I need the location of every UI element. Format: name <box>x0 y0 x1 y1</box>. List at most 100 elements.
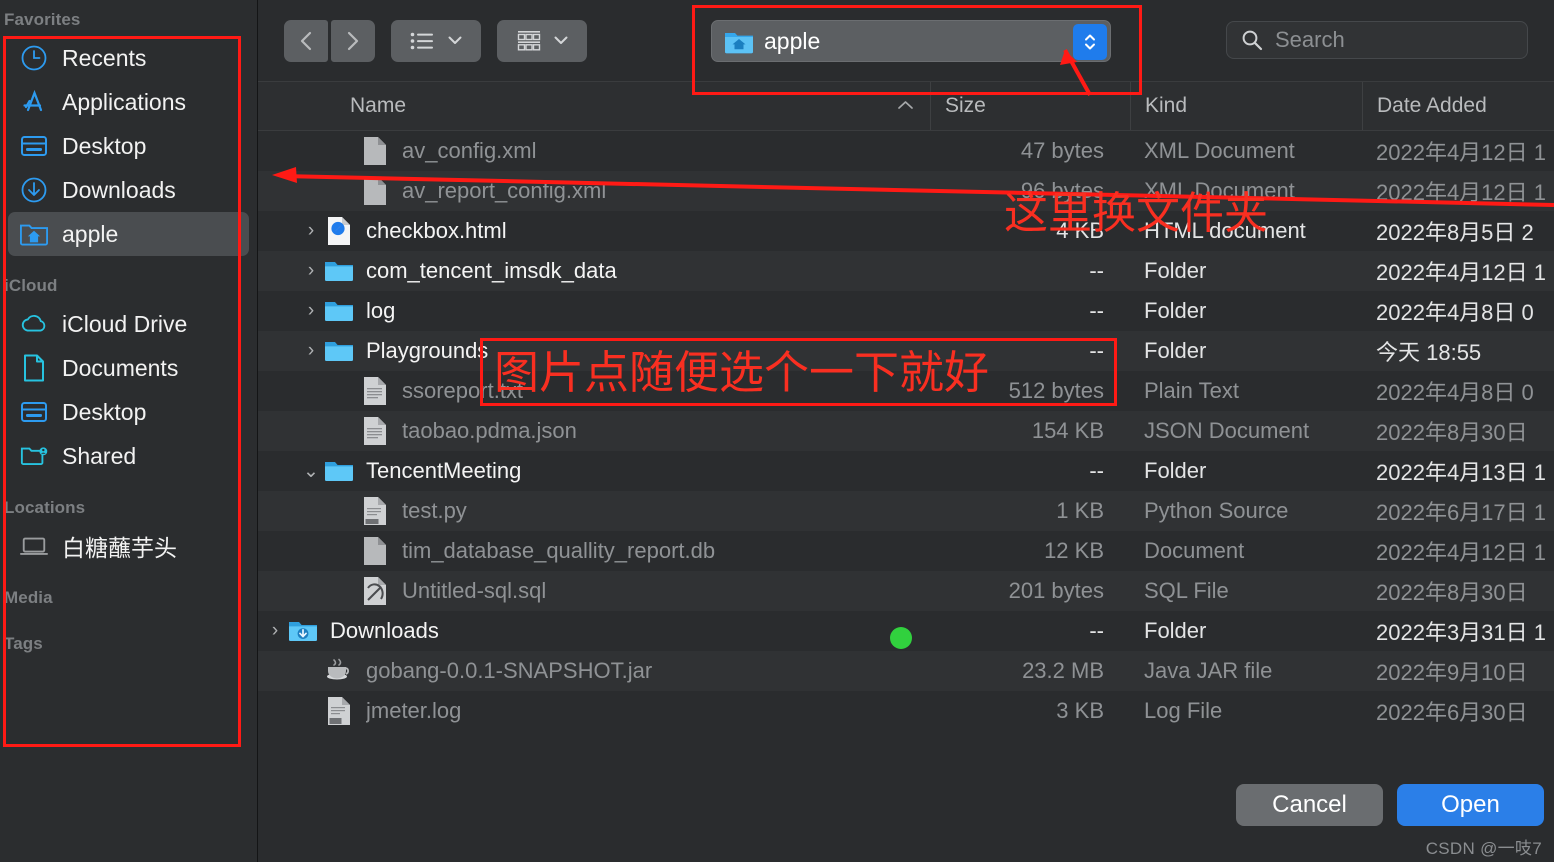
sidebar-item-desktop[interactable]: Desktop <box>8 390 249 434</box>
shared-folder-icon <box>20 447 48 465</box>
file-name-label: log <box>366 298 396 323</box>
file-sql-icon <box>360 576 390 606</box>
list-view-button[interactable] <box>391 19 481 62</box>
open-button[interactable]: Open <box>1397 784 1544 826</box>
table-row[interactable]: › taobao.pdma.json 154 KB JSON Document 2022… <box>258 411 1554 451</box>
file-date-cell: 2022年6月30日 <box>1362 695 1554 727</box>
document-icon <box>24 354 44 382</box>
table-row[interactable]: › tim_database_quallity_report.db 12 KB Doc… <box>258 531 1554 571</box>
file-size-cell: -- <box>930 258 1130 284</box>
sidebar-item-downloads[interactable]: Downloads <box>8 168 249 212</box>
column-header-kind[interactable]: Kind <box>1130 82 1362 130</box>
sidebar-item-label: Applications <box>62 88 187 115</box>
path-popup-stepper[interactable] <box>1073 24 1107 60</box>
back-button[interactable] <box>284 19 328 62</box>
table-row[interactable]: › Untitled-sql.sql 201 bytes SQL File 2022年8… <box>258 571 1554 611</box>
file-list[interactable]: › av_config.xml 47 bytes XML Document 2022年4… <box>258 131 1554 762</box>
table-row[interactable]: › gobang-0.0.1-SNAPSHOT.jar 23.2 MB Java JA… <box>258 651 1554 691</box>
table-row[interactable]: › test.py 1 KB Python Source 2022年6月17日 1 <box>258 491 1554 531</box>
file-generic-icon <box>360 136 390 166</box>
file-date-label: 2022年4月12日 1 <box>1376 260 1546 285</box>
status-dot-icon <box>890 627 912 649</box>
file-name-cell: › log <box>258 296 930 326</box>
disclosure-triangle-icon[interactable]: › <box>298 260 324 282</box>
table-row[interactable]: › av_report_config.xml 96 bytes XML Documen… <box>258 171 1554 211</box>
file-size-label: -- <box>1089 338 1104 363</box>
path-popup-label: apple <box>764 27 821 54</box>
download-icon <box>20 176 48 204</box>
sidebar-item-label: Shared <box>62 442 137 469</box>
table-row[interactable]: › av_config.xml 47 bytes XML Document 2022年4… <box>258 131 1554 171</box>
file-text-icon <box>360 416 390 446</box>
desktop-icon <box>21 136 47 156</box>
folder-icon <box>324 456 354 486</box>
sidebar-item-recents[interactable]: Recents <box>8 36 249 80</box>
file-kind-label: JSON Document <box>1144 418 1310 443</box>
group-view-button[interactable] <box>497 19 587 62</box>
file-date-cell: 2022年8月5日 2 <box>1362 215 1554 247</box>
forward-button[interactable] <box>331 19 375 62</box>
sidebar-item-desktop[interactable]: Desktop <box>8 124 249 168</box>
file-size-label: -- <box>1089 298 1104 323</box>
file-date-cell: 今天 18:55 <box>1362 335 1554 367</box>
file-python-icon <box>360 496 390 526</box>
disclosure-triangle-icon: › <box>334 420 360 442</box>
file-name-cell: › Untitled-sql.sql <box>258 576 930 606</box>
sidebar-item-icloud-drive[interactable]: iCloud Drive <box>8 302 249 346</box>
desktop-icon <box>20 398 48 426</box>
table-row[interactable]: › log -- Folder 2022年4月8日 0 <box>258 291 1554 331</box>
file-kind-cell: HTML document <box>1130 218 1362 244</box>
file-name-cell: › checkbox.html <box>258 216 930 246</box>
file-date-cell: 2022年4月12日 1 <box>1362 175 1554 207</box>
file-date-label: 2022年3月31日 1 <box>1376 620 1546 645</box>
cloud-icon <box>20 310 48 338</box>
file-size-label: 96 bytes <box>1020 178 1104 203</box>
cancel-button[interactable]: Cancel <box>1236 784 1383 826</box>
file-size-label: 3 KB <box>1056 698 1104 723</box>
file-text-icon <box>364 417 386 445</box>
toolbar: apple Search <box>258 0 1554 95</box>
downloads-folder-icon <box>289 622 317 641</box>
sidebar-item-documents[interactable]: Documents <box>8 346 249 390</box>
table-row[interactable]: › Downloads -- Folder 2022年3月31日 1 <box>258 611 1554 651</box>
disclosure-triangle-icon[interactable]: › <box>262 620 288 642</box>
search-field[interactable]: Search <box>1226 21 1528 59</box>
table-row[interactable]: › Playgrounds -- Folder 今天 18:55 <box>258 331 1554 371</box>
disclosure-triangle-icon[interactable]: ⌄ <box>298 460 324 483</box>
disclosure-triangle-icon[interactable]: › <box>298 340 324 362</box>
file-size-label: 154 KB <box>1031 418 1104 443</box>
sidebar-item-shared[interactable]: Shared <box>8 434 249 478</box>
cancel-button-label: Cancel <box>1272 791 1347 818</box>
column-header-date-added[interactable]: Date Added <box>1362 82 1554 130</box>
file-text-icon <box>364 377 386 405</box>
path-popup-button[interactable]: apple <box>711 20 1111 62</box>
chevron-up-icon <box>897 97 914 115</box>
file-date-cell: 2022年3月31日 1 <box>1362 615 1554 647</box>
sidebar-item-applications[interactable]: Applications <box>8 80 249 124</box>
sidebar-item-白糖蘸芋头[interactable]: 白糖蘸芋头 <box>8 524 249 568</box>
table-row[interactable]: › jmeter.log 3 KB Log File 2022年6月30日 <box>258 691 1554 731</box>
file-date-label: 2022年4月12日 1 <box>1376 180 1546 205</box>
dialog-footer: Cancel Open CSDN @一吱7 <box>258 762 1554 862</box>
file-size-cell: 1 KB <box>930 498 1130 524</box>
sidebar-item-apple[interactable]: apple <box>8 212 249 256</box>
table-row[interactable]: › checkbox.html 4 KB HTML document 2022年8月5日… <box>258 211 1554 251</box>
table-row[interactable]: › com_tencent_imsdk_data -- Folder 2022年4月12… <box>258 251 1554 291</box>
file-name-label: taobao.pdma.json <box>402 418 577 443</box>
file-kind-label: Folder <box>1144 258 1207 283</box>
table-row[interactable]: › ssoreport.txt 512 bytes Plain Text 2022年4月… <box>258 371 1554 411</box>
sidebar-section-tags: Tags <box>4 634 43 653</box>
file-name-cell: › Downloads <box>258 616 930 646</box>
desktop-icon <box>20 132 48 160</box>
file-name-cell: › com_tencent_imsdk_data <box>258 256 930 286</box>
file-name-label: av_config.xml <box>402 138 537 163</box>
file-size-cell: 201 bytes <box>930 578 1130 604</box>
table-row[interactable]: ⌄ TencentMeeting -- Folder 2022年4月13日 1 <box>258 451 1554 491</box>
disclosure-triangle-icon[interactable]: › <box>298 220 324 242</box>
file-name-cell: › taobao.pdma.json <box>258 416 930 446</box>
sidebar-section-media: Media <box>4 588 53 607</box>
disclosure-triangle-icon[interactable]: › <box>298 300 324 322</box>
file-name-cell: › test.py <box>258 496 930 526</box>
file-size-cell: -- <box>930 338 1130 364</box>
file-kind-cell: Folder <box>1130 298 1362 324</box>
